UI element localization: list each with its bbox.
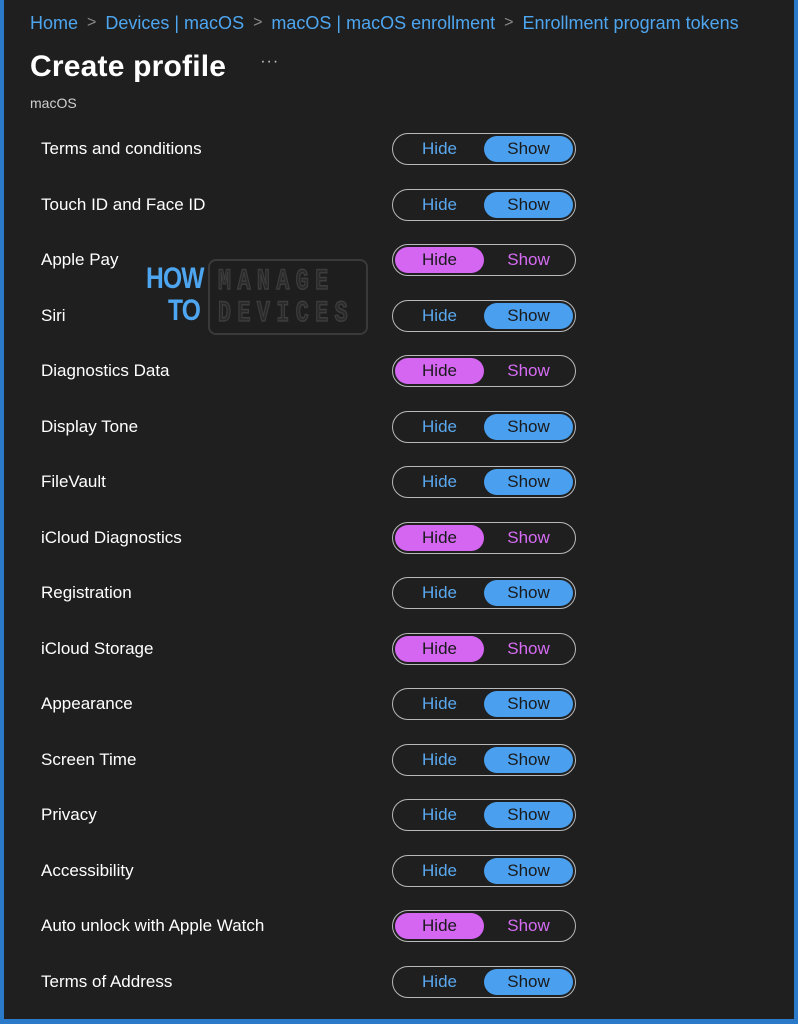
show-option[interactable]: Show [484, 525, 573, 551]
setting-row-privacy: Privacy Hide Show [4, 787, 798, 843]
setting-row-accessibility: Accessibility Hide Show [4, 843, 798, 899]
hide-show-toggle-privacy[interactable]: Hide Show [392, 799, 576, 831]
breadcrumb-home[interactable]: Home [30, 13, 78, 34]
setting-row-icloud-storage: iCloud Storage Hide Show [4, 621, 798, 677]
setting-row-apple-pay: Apple Pay Hide Show [4, 232, 798, 288]
show-option[interactable]: Show [484, 469, 573, 495]
logo-text-to: TO [168, 294, 201, 327]
hide-option[interactable]: Hide [395, 192, 484, 218]
setting-label: iCloud Storage [41, 638, 154, 658]
breadcrumb-macos-enrollment[interactable]: macOS | macOS enrollment [271, 13, 495, 34]
setting-label: Appearance [41, 694, 133, 713]
hide-option[interactable]: Hide [395, 303, 484, 329]
hide-show-toggle-touch-id-and-face-id[interactable]: Hide Show [392, 188, 576, 221]
breadcrumb-devices-macos[interactable]: Devices | macOS [105, 13, 244, 34]
hide-option[interactable]: Hide [395, 524, 484, 551]
setting-label: Screen Time [41, 749, 137, 769]
hide-show-toggle-icloud-storage[interactable]: Hide Show [392, 632, 576, 665]
setting-row-diagnostics-data: Diagnostics Data Hide Show [4, 343, 798, 399]
show-option[interactable]: Show [484, 580, 573, 606]
setting-label: Display Tone [41, 416, 139, 436]
logo-text-devices: DEVICES [217, 297, 355, 331]
hide-show-toggle-apple-pay[interactable]: Hide Show [392, 244, 576, 276]
setting-label: Diagnostics Data [41, 361, 170, 380]
show-option[interactable]: Show [484, 968, 573, 995]
hide-option[interactable]: Hide [395, 747, 484, 773]
show-option[interactable]: Show [484, 746, 573, 773]
show-option[interactable]: Show [484, 191, 573, 218]
hide-show-toggle-auto-unlock-with-apple-watch[interactable]: Hide Show [392, 910, 576, 942]
setting-row-display-tone: Display Tone Hide Show [4, 399, 798, 455]
create-profile-blade: Home > Devices | macOS > macOS | macOS e… [0, 0, 798, 1024]
hide-show-toggle-terms-and-conditions[interactable]: Hide Show [392, 133, 576, 165]
setting-label: Apple Pay [41, 250, 119, 269]
hide-show-toggle-appearance[interactable]: Hide Show [392, 688, 576, 720]
setting-row-appearance: Appearance Hide Show [4, 676, 798, 732]
show-option[interactable]: Show [484, 358, 573, 384]
setting-row-icloud-diagnostics: iCloud Diagnostics Hide Show [4, 510, 798, 566]
hide-show-toggle-icloud-diagnostics[interactable]: Hide Show [392, 521, 576, 554]
setting-label: Siri [41, 305, 66, 325]
hide-option[interactable]: Hide [395, 858, 484, 884]
setting-label: Auto unlock with Apple Watch [41, 916, 265, 935]
setting-label: Privacy [41, 805, 97, 824]
hide-option[interactable]: Hide [395, 469, 484, 495]
hide-option[interactable]: Hide [395, 247, 484, 273]
show-option[interactable]: Show [484, 413, 573, 440]
hide-show-toggle-accessibility[interactable]: Hide Show [392, 854, 576, 887]
setting-row-terms-of-address: Terms of Address Hide Show [4, 954, 798, 1010]
hide-option[interactable]: Hide [395, 580, 484, 606]
setting-label: Terms and conditions [41, 139, 202, 158]
breadcrumb-enrollment-program-tokens[interactable]: Enrollment program tokens [523, 13, 739, 34]
breadcrumb-separator: > [253, 14, 263, 31]
hide-show-toggle-diagnostics-data[interactable]: Hide Show [392, 355, 576, 387]
hide-option[interactable]: Hide [395, 913, 484, 939]
show-option[interactable]: Show [484, 913, 573, 939]
hide-option[interactable]: Hide [395, 414, 484, 440]
logo-text-manage: MANAGE [217, 265, 335, 299]
breadcrumb-separator: > [504, 14, 514, 31]
hide-show-toggle-screen-time[interactable]: Hide Show [392, 743, 576, 776]
show-option[interactable]: Show [484, 302, 573, 329]
show-option[interactable]: Show [484, 857, 573, 884]
page-title: Create profile [30, 50, 227, 83]
setting-label: Registration [41, 583, 132, 602]
hide-option[interactable]: Hide [395, 969, 484, 995]
breadcrumb: Home > Devices | macOS > macOS | macOS e… [30, 8, 796, 38]
show-option[interactable]: Show [484, 136, 573, 162]
setting-label: iCloud Diagnostics [41, 527, 182, 547]
show-option[interactable]: Show [484, 691, 573, 717]
hide-show-toggle-siri[interactable]: Hide Show [392, 299, 576, 332]
hide-show-toggle-filevault[interactable]: Hide Show [392, 466, 576, 498]
setting-row-filevault: FileVault Hide Show [4, 454, 798, 510]
setting-row-terms-and-conditions: Terms and conditions Hide Show [4, 121, 798, 177]
hide-option[interactable]: Hide [395, 358, 484, 384]
setting-row-registration: Registration Hide Show [4, 565, 798, 621]
setting-label: Touch ID and Face ID [41, 194, 206, 214]
show-option[interactable]: Show [484, 802, 573, 828]
logo-text-how: HOW [146, 262, 204, 295]
show-option[interactable]: Show [484, 247, 573, 273]
hide-show-toggle-terms-of-address[interactable]: Hide Show [392, 965, 576, 998]
setting-label: Accessibility [41, 860, 134, 880]
more-options-button[interactable]: ··· [260, 53, 279, 81]
title-row: Create profile ··· [30, 50, 279, 84]
logo-box: MANAGE DEVICES [208, 259, 368, 335]
hide-option[interactable]: Hide [395, 136, 484, 162]
setting-row-siri: Siri Hide Show [4, 288, 798, 344]
setting-row-touch-id-and-face-id: Touch ID and Face ID Hide Show [4, 177, 798, 233]
hide-option[interactable]: Hide [395, 802, 484, 828]
howtomanagedevices-logo: HOW TO MANAGE DEVICES [142, 259, 370, 335]
setting-label: FileVault [41, 472, 106, 491]
setting-row-screen-time: Screen Time Hide Show [4, 732, 798, 788]
breadcrumb-separator: > [87, 14, 97, 31]
show-option[interactable]: Show [484, 636, 573, 662]
setting-row-auto-unlock-with-apple-watch: Auto unlock with Apple Watch Hide Show [4, 898, 798, 954]
page-subtitle: macOS [30, 95, 77, 111]
setting-label: Terms of Address [41, 971, 173, 991]
hide-option[interactable]: Hide [395, 691, 484, 717]
hide-show-toggle-registration[interactable]: Hide Show [392, 577, 576, 609]
hide-option[interactable]: Hide [395, 635, 484, 662]
hide-show-toggle-display-tone[interactable]: Hide Show [392, 410, 576, 443]
